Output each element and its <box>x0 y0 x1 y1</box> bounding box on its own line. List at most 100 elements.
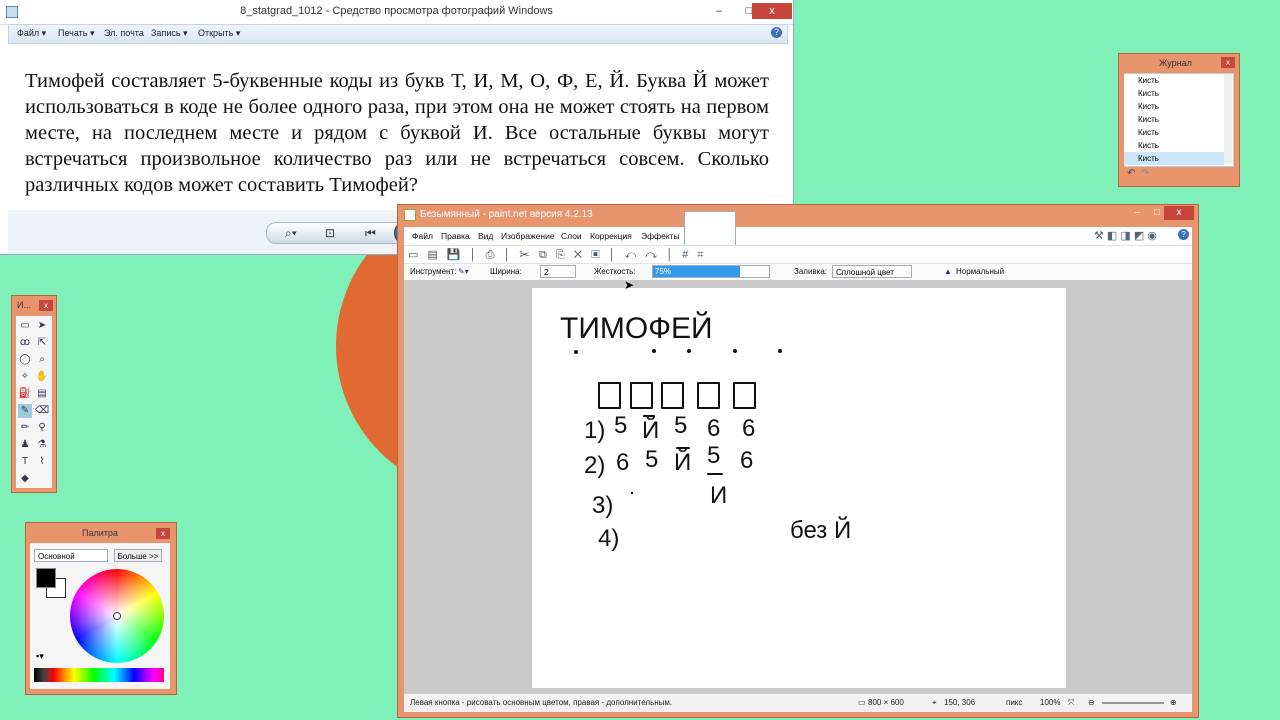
paint-menu-edit[interactable]: Правка <box>441 231 470 241</box>
paint-menu-effects[interactable]: Эффекты <box>641 231 680 241</box>
paint-bucket-icon[interactable]: ⛽ <box>18 387 32 401</box>
text-tool-icon[interactable]: T <box>18 455 32 469</box>
status-cursor-position: 150, 306 <box>944 698 976 707</box>
pencil-icon[interactable]: ✏ <box>18 421 32 435</box>
status-hint: Левая кнопка - рисовать основным цветом,… <box>410 698 673 707</box>
paint-title: Безымянный - paint.net версия 4.2.13 <box>420 209 593 220</box>
previous-icon[interactable]: ⏮ <box>365 226 376 241</box>
zoom-out-icon[interactable]: ⊖ <box>1088 698 1095 707</box>
paintnet-app-icon <box>404 209 416 221</box>
rectangle-select-icon[interactable]: ▭ <box>18 319 32 333</box>
viewer-title: 8_statgrad_1012 - Средство просмотра фот… <box>240 5 553 17</box>
problem-text: Тимофей составляет 5-буквенные коды из б… <box>25 70 769 196</box>
clone-stamp-icon[interactable]: ♟ <box>18 438 32 452</box>
magic-wand-icon[interactable]: ✧ <box>18 370 32 384</box>
move-icon[interactable]: ➤ <box>35 319 49 333</box>
viewer-menu-print[interactable]: Печать ▾ <box>58 28 95 39</box>
brush-tool-icon[interactable]: ✎▾ <box>458 267 469 276</box>
history-close-button[interactable]: x <box>1221 57 1235 68</box>
move-selection-icon[interactable]: ⇱ <box>35 336 49 350</box>
row1-cell-1: 5 <box>614 412 627 439</box>
tools-title: И... <box>17 300 31 310</box>
viewer-close-button[interactable]: x <box>752 3 792 19</box>
row2-extra: И <box>710 482 727 509</box>
blend-mode-icon: ▲ <box>944 267 952 276</box>
viewer-menu-open[interactable]: Открыть ▾ <box>198 28 240 39</box>
history-item[interactable]: Кисть <box>1124 74 1224 87</box>
paint-menu-image[interactable]: Изображение <box>501 231 555 241</box>
undo-icon[interactable]: ↶ <box>1127 168 1135 179</box>
redo-icon[interactable]: ↷ <box>1141 168 1149 179</box>
paint-menu-file[interactable]: Файл <box>412 231 433 241</box>
history-item-selected[interactable]: Кисть <box>1124 152 1224 165</box>
history-scrollbar[interactable] <box>1224 74 1232 164</box>
gradient-icon[interactable]: ▤ <box>35 387 49 401</box>
palette-more-button[interactable]: Больше >> <box>114 549 162 562</box>
viewer-menu-file[interactable]: Файл ▾ <box>17 28 46 39</box>
line-tool-icon[interactable]: ⌇ <box>35 455 49 469</box>
color-picker-icon[interactable]: ⚲ <box>35 421 49 435</box>
hardness-slider[interactable]: 75% <box>652 265 770 278</box>
palette-mode-select[interactable]: Основной <box>34 549 108 562</box>
paint-menu-layers[interactable]: Слои <box>561 231 582 241</box>
viewer-menu-email[interactable]: Эл. почта <box>104 28 144 38</box>
settings-tools-icons[interactable]: ⚒ ◧ ◨ ◩ ◉ <box>1094 229 1157 242</box>
paint-menu-view[interactable]: Вид <box>478 231 493 241</box>
help-icon[interactable]: ? <box>771 27 782 38</box>
zoom-slider[interactable] <box>1102 702 1164 704</box>
zoom-icon[interactable]: ⌕▾ <box>285 226 297 241</box>
palette-swap-icon[interactable]: ▪▾ <box>36 651 44 662</box>
row1-cell-3: 5 <box>674 412 687 439</box>
toolbar-icons[interactable]: ▭ ▤ 💾 │ ⎙ │ ✂ ⧉ ⎘ ✕ ▣ │ ↶ ↷ │ # ⌗ <box>408 248 707 262</box>
paint-help-icon[interactable]: ? <box>1178 229 1189 240</box>
recolor-icon[interactable]: ⚗ <box>35 438 49 452</box>
image-size-icon: ▭ <box>858 698 866 707</box>
tools-close-button[interactable]: x <box>39 300 53 311</box>
viewer-menu-burn[interactable]: Запись ▾ <box>151 28 188 39</box>
tool-label: Инструмент: <box>410 267 457 276</box>
history-item[interactable]: Кисть <box>1124 113 1224 126</box>
color-wheel[interactable] <box>70 569 164 663</box>
zoom-tool-icon[interactable]: ⌕ <box>35 353 49 367</box>
history-item[interactable]: Кисть <box>1124 139 1224 152</box>
eraser-icon[interactable]: ⌫ <box>35 404 49 418</box>
lasso-icon[interactable]: ꝏ <box>18 336 32 350</box>
pan-icon[interactable]: ✋ <box>35 370 49 384</box>
status-image-size: 800 × 600 <box>868 698 904 707</box>
palette-panel: Палитра x Основной Больше >> ▪▾ <box>25 522 177 695</box>
color-wheel-cursor[interactable] <box>113 612 121 620</box>
palette-close-button[interactable]: x <box>156 528 170 539</box>
primary-color-swatch[interactable] <box>36 568 56 588</box>
color-swatch-strip[interactable] <box>34 668 164 682</box>
tools-grid: ▭ ➤ ꝏ ⇱ ◯ ⌕ ✧ ✋ ⛽ ▤ ✎ ⌫ ✏ ⚲ ♟ ⚗ T ⌇ ◆ <box>16 316 52 488</box>
width-label: Ширина: <box>490 267 522 276</box>
fill-label: Заливка: <box>794 267 828 276</box>
paint-menu-adjustments[interactable]: Коррекция <box>590 231 632 241</box>
history-item[interactable]: Кисть <box>1124 126 1224 139</box>
history-item[interactable]: Кисть <box>1124 87 1224 100</box>
zoom-fit-icon[interactable]: ⤧ <box>1068 698 1074 708</box>
width-input[interactable]: 2 <box>540 265 576 278</box>
hardness-value: 75% <box>655 267 672 276</box>
row2-cell-5: 6 <box>740 447 753 474</box>
status-unit[interactable]: пикс <box>1006 698 1022 707</box>
row2-cell-2: 5 <box>645 446 658 473</box>
paint-statusbar: Левая кнопка - рисовать основным цветом,… <box>404 693 1192 712</box>
palette-body: Основной Больше >> ▪▾ <box>30 543 170 689</box>
status-zoom[interactable]: 100% <box>1040 698 1060 707</box>
viewer-minimize-button[interactable]: – <box>706 3 732 19</box>
history-item[interactable]: Кисть <box>1124 100 1224 113</box>
ellipse-select-icon[interactable]: ◯ <box>18 353 32 367</box>
history-panel: Журнал x Кисть Кисть Кисть Кисть Кисть К… <box>1118 53 1240 187</box>
paint-close-button[interactable]: x <box>1164 206 1194 220</box>
zoom-in-icon[interactable]: ⊕ <box>1170 698 1177 707</box>
blend-mode-select[interactable]: Нормальный <box>956 267 1004 276</box>
shapes-icon[interactable]: ◆ <box>18 472 32 486</box>
row1-cell-5: 6 <box>742 415 755 442</box>
mouse-cursor-icon: ➤ <box>624 278 635 292</box>
handwritten-notes: ТИМОФЕЙ 1) 5 Й 5 6 6 2) 6 5 Й 5 6 И 3) 4… <box>560 311 851 552</box>
drawing-canvas[interactable]: ТИМОФЕЙ 1) 5 Й 5 6 6 2) 6 5 Й 5 6 И 3) 4… <box>532 288 1066 688</box>
actual-size-icon[interactable]: ⊡ <box>325 226 335 240</box>
fill-select[interactable]: Сплошной цвет <box>832 265 912 278</box>
paintbrush-icon[interactable]: ✎ <box>18 404 32 418</box>
